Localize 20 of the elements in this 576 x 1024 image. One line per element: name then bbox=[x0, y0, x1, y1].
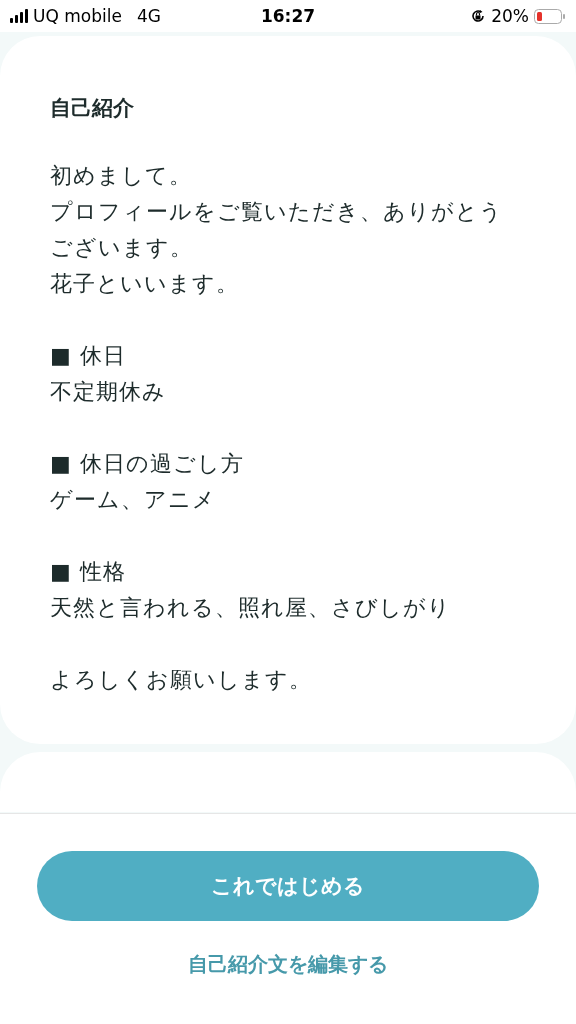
intro-text: ■ 性格 bbox=[50, 558, 127, 586]
intro-text: ■ 休日の過ごし方 bbox=[50, 450, 245, 478]
intro-text: 不定期休み bbox=[50, 378, 167, 406]
carrier-name: UQ mobile bbox=[33, 6, 122, 26]
rotation-lock-icon bbox=[470, 8, 487, 24]
start-button[interactable]: これではじめる bbox=[37, 851, 539, 921]
intro-text: 天然と言われる、照れ屋、さびしがり bbox=[50, 594, 452, 622]
clock-time: 16:27 bbox=[260, 6, 316, 26]
battery-icon bbox=[534, 8, 566, 24]
intro-text: プロフィールをご覧いただき、ありがとうございます。 bbox=[50, 198, 504, 262]
intro-text: 初めまして。 bbox=[50, 162, 193, 190]
signal-icon bbox=[10, 9, 28, 23]
edit-link[interactable]: 自己紹介文を編集する bbox=[188, 951, 388, 978]
network-type: 4G bbox=[136, 6, 161, 26]
intro-text: よろしくお願いします。 bbox=[50, 666, 313, 694]
intro-text: ■ 休日 bbox=[50, 342, 127, 370]
section-title: 自己紹介 bbox=[50, 95, 135, 122]
battery-percent: 20% bbox=[491, 6, 529, 26]
intro-text: ゲーム、アニメ bbox=[50, 486, 217, 514]
intro-text: 花子といいます。 bbox=[50, 270, 240, 298]
